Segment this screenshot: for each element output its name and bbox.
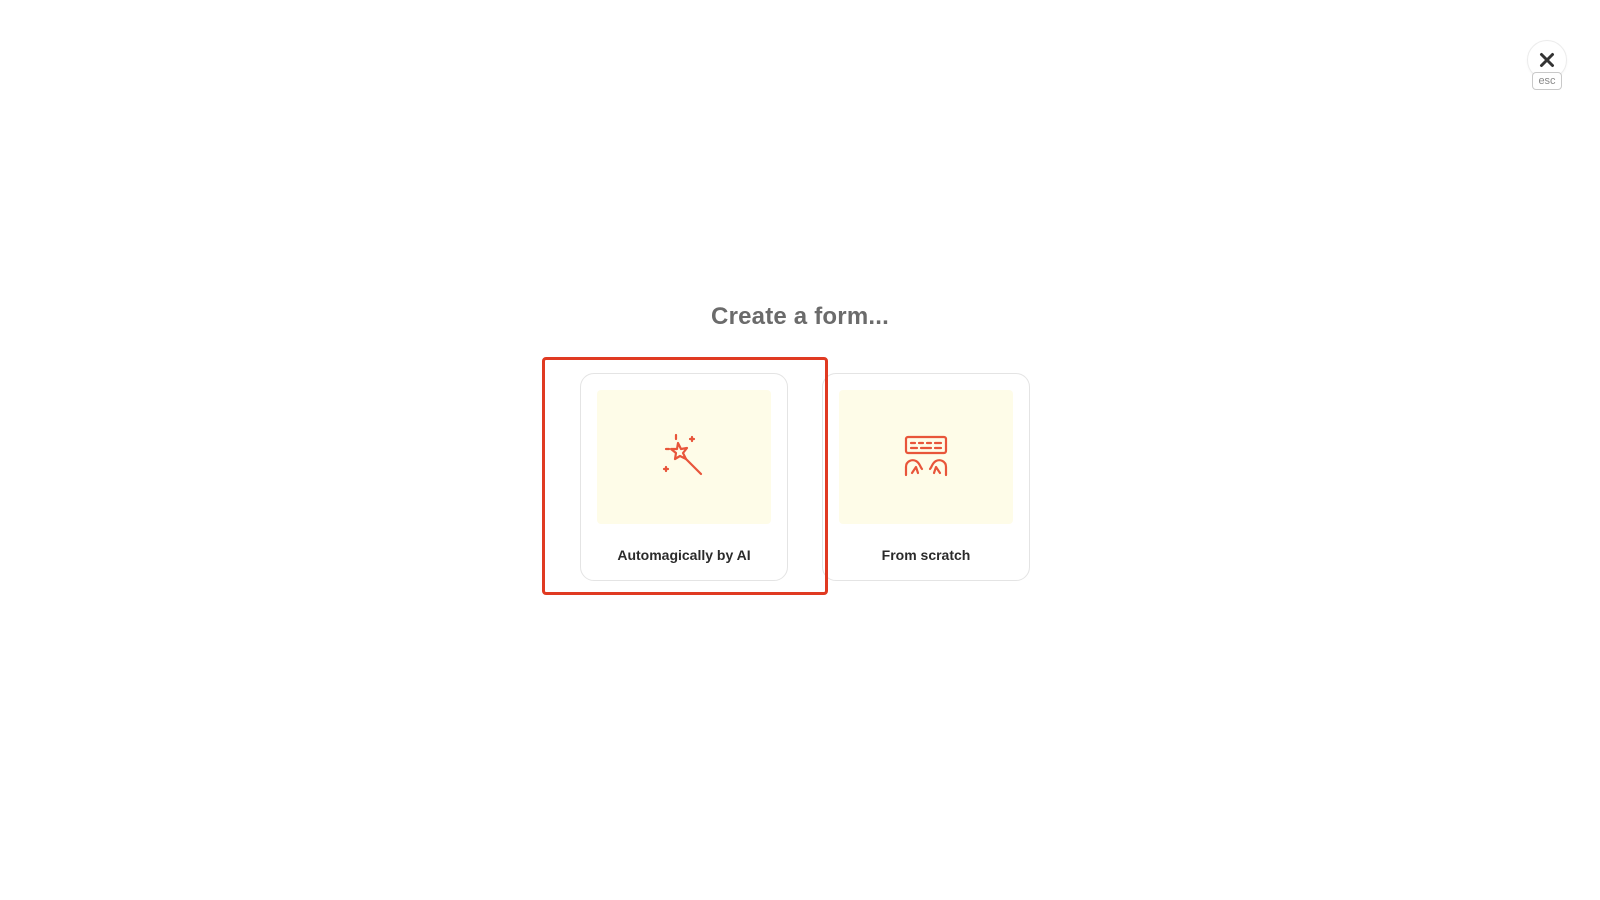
keyboard-hands-icon — [904, 435, 948, 477]
option-ai-label: Automagically by AI — [617, 547, 751, 563]
magic-wand-icon — [662, 433, 703, 476]
option-scratch-illustration — [839, 390, 1013, 524]
option-scratch-card[interactable]: From scratch — [822, 373, 1030, 581]
page-title: Create a form... — [711, 303, 889, 330]
close-control: esc — [1527, 40, 1567, 92]
esc-key-hint: esc — [1532, 72, 1562, 90]
option-ai-illustration — [597, 390, 771, 524]
create-form-dialog: esc Create a form... Automagically by AI — [0, 0, 1600, 900]
option-scratch-label: From scratch — [881, 547, 971, 563]
option-ai-card[interactable]: Automagically by AI — [580, 373, 788, 581]
close-icon — [1540, 53, 1554, 67]
